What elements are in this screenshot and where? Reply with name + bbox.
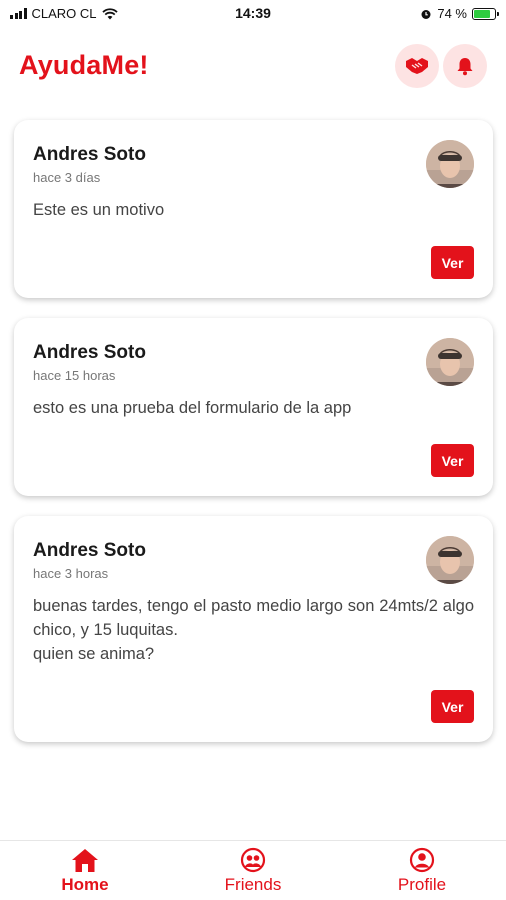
post-card: Andres Soto hace 15 horas esto es una pr…: [14, 318, 493, 496]
status-right: 74 %: [420, 6, 499, 21]
avatar[interactable]: [426, 536, 474, 584]
notifications-button[interactable]: [443, 44, 487, 88]
nav-profile-label: Profile: [397, 875, 447, 894]
post-author: Andres Soto: [33, 540, 146, 561]
bell-icon: [457, 58, 473, 76]
nav-profile[interactable]: Profile: [362, 847, 482, 895]
avatar-image: [426, 140, 474, 188]
post-author: Andres Soto: [33, 144, 146, 165]
post-time: hace 3 horas: [33, 566, 109, 581]
post-message: esto es una prueba del formulario de la …: [33, 399, 352, 417]
nav-home-label: Home: [61, 875, 109, 894]
avatar-image: [426, 338, 474, 386]
post-message: Este es un motivo: [33, 201, 165, 219]
help-exchange-button[interactable]: [395, 44, 439, 88]
status-bar: CLARO CL 14:39 74 %: [0, 0, 506, 26]
bottom-nav: Home Friends Profile: [0, 840, 506, 900]
avatar-image: [426, 536, 474, 584]
app-title: AyudaMe!: [19, 50, 149, 80]
handshake-icon: [406, 58, 428, 74]
post-message: buenas tardes, tengo el pasto medio larg…: [33, 597, 474, 663]
profile-icon: [409, 847, 435, 873]
nav-home[interactable]: Home: [25, 847, 145, 895]
battery-percent: 74 %: [437, 6, 467, 21]
friends-icon: [240, 847, 266, 873]
post-time: hace 15 horas: [33, 368, 116, 383]
post-card: Andres Soto hace 3 días Este es un motiv…: [14, 120, 493, 298]
ver-button[interactable]: Ver: [431, 690, 474, 723]
post-time: hace 3 días: [33, 170, 101, 185]
post-card: Andres Soto hace 3 horas buenas tardes, …: [14, 516, 493, 742]
avatar[interactable]: [426, 140, 474, 188]
ver-button[interactable]: Ver: [431, 246, 474, 279]
avatar[interactable]: [426, 338, 474, 386]
battery-icon: [472, 7, 499, 20]
nav-friends[interactable]: Friends: [193, 847, 313, 895]
nav-friends-label: Friends: [224, 875, 282, 894]
home-icon: [72, 849, 98, 872]
post-author: Andres Soto: [33, 342, 146, 363]
alarm-icon: [421, 9, 431, 19]
battery-fill: [474, 9, 491, 18]
ver-button[interactable]: Ver: [431, 444, 474, 477]
